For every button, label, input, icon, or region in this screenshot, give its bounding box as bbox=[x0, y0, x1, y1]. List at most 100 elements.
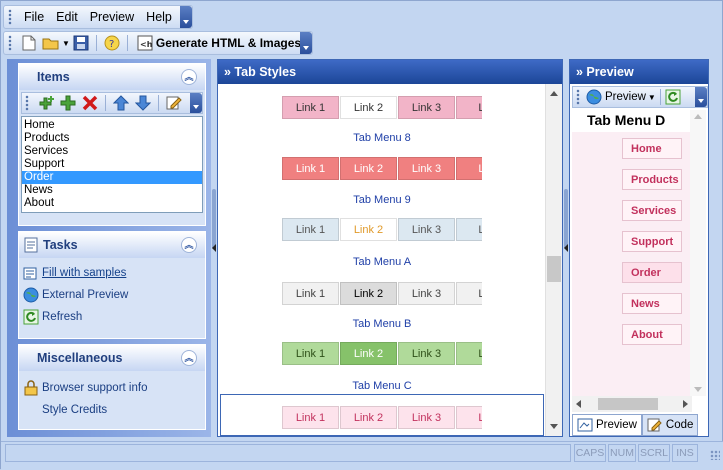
move-down-icon[interactable] bbox=[134, 94, 152, 112]
left-pane: Items ︽ Home Products Services Support O… bbox=[7, 59, 211, 437]
refresh-label[interactable]: Refresh bbox=[42, 311, 82, 323]
preview-link-support[interactable]: Support bbox=[622, 231, 682, 252]
generate-button[interactable]: <h> Generate HTML & Images bbox=[134, 34, 301, 52]
collapse-right-icon[interactable] bbox=[564, 244, 568, 252]
toolbar-grip[interactable] bbox=[8, 35, 12, 51]
tab-preview-label: Preview bbox=[596, 419, 637, 431]
misc-panel-header[interactable]: Miscellaneous ︽ bbox=[19, 345, 205, 371]
preview-scroll-right-icon[interactable] bbox=[683, 400, 688, 408]
preview-link-order[interactable]: Order bbox=[622, 262, 682, 283]
task-style-credits[interactable]: Style Credits bbox=[19, 399, 205, 421]
resize-grip-icon[interactable] bbox=[710, 450, 720, 460]
misc-panel-title: Miscellaneous bbox=[37, 351, 123, 365]
preview-canvas: Tab Menu D Home Products Services Suppor… bbox=[572, 110, 692, 396]
tab-preview[interactable]: Preview bbox=[572, 414, 642, 436]
preview-scroll-down-icon[interactable] bbox=[694, 387, 702, 392]
tasks-panel-header[interactable]: Tasks ︽ bbox=[19, 232, 205, 258]
menubar-grip[interactable] bbox=[8, 9, 12, 25]
collapse-left-icon[interactable] bbox=[212, 244, 216, 252]
items-panel-title: Items bbox=[37, 70, 70, 84]
preview-scroll-left-icon[interactable] bbox=[576, 400, 581, 408]
style-tab: Link 1 bbox=[282, 282, 339, 305]
preview-scrollbar-horizontal[interactable] bbox=[572, 396, 692, 412]
left-splitter[interactable] bbox=[212, 59, 216, 437]
preview-link-home[interactable]: Home bbox=[622, 138, 682, 159]
preview-scrollbar-vertical[interactable] bbox=[690, 110, 706, 396]
preview-scroll-up-icon[interactable] bbox=[694, 114, 702, 119]
preview-title: » Preview bbox=[570, 60, 708, 84]
items-panel-header[interactable]: Items ︽ bbox=[19, 64, 205, 90]
items-toolbar-overflow-button[interactable] bbox=[190, 93, 202, 113]
menu-file[interactable]: File bbox=[18, 10, 50, 24]
fill-with-samples-link[interactable]: Fill with samples bbox=[42, 267, 126, 279]
right-splitter-grip[interactable] bbox=[564, 189, 568, 249]
tab-style-row[interactable]: Link 1Link 2Link 3Lo bbox=[282, 96, 482, 119]
fill-samples-icon bbox=[23, 267, 37, 280]
tab-style-row[interactable]: Link 1Link 2Link 3Lo bbox=[282, 157, 482, 180]
list-item[interactable]: Home bbox=[22, 119, 202, 132]
browser-support-label[interactable]: Browser support info bbox=[42, 382, 147, 394]
task-external-preview[interactable]: External Preview bbox=[19, 284, 205, 306]
task-refresh[interactable]: Refresh bbox=[19, 306, 205, 328]
misc-collapse-icon[interactable]: ︽ bbox=[181, 350, 197, 366]
style-tab: Link 3 bbox=[398, 218, 455, 241]
list-item[interactable]: About bbox=[22, 197, 202, 210]
style-tab: Link 3 bbox=[398, 282, 455, 305]
right-splitter[interactable] bbox=[564, 59, 568, 437]
list-item[interactable]: Support bbox=[22, 158, 202, 171]
tab-styles-scrollbar[interactable] bbox=[545, 84, 562, 436]
scroll-thumb[interactable] bbox=[547, 256, 561, 282]
preview-scroll-thumb[interactable] bbox=[598, 398, 658, 410]
preview-link-about[interactable]: About bbox=[622, 324, 682, 345]
preview-link-products[interactable]: Products bbox=[622, 169, 682, 190]
task-browser-support[interactable]: Browser support info bbox=[19, 377, 205, 399]
style-credits-label[interactable]: Style Credits bbox=[42, 404, 107, 416]
items-collapse-icon[interactable]: ︽ bbox=[181, 69, 197, 85]
preview-toolbar-overflow-button[interactable] bbox=[695, 87, 707, 107]
tasks-panel-title: Tasks bbox=[43, 238, 78, 252]
delete-icon[interactable] bbox=[81, 94, 99, 112]
tab-code[interactable]: Code bbox=[641, 414, 699, 436]
selected-style-frame bbox=[220, 394, 544, 436]
list-item[interactable]: Products bbox=[22, 132, 202, 145]
list-item[interactable]: News bbox=[22, 184, 202, 197]
refresh-icon bbox=[23, 309, 39, 325]
list-item-selected[interactable]: Order bbox=[22, 171, 202, 184]
tab-style-row[interactable]: Link 1Link 2Link 3Lo bbox=[282, 342, 482, 365]
misc-panel: Miscellaneous ︽ Browser support info Sty… bbox=[18, 344, 206, 430]
preview-link-news[interactable]: News bbox=[622, 293, 682, 314]
open-dropdown-icon[interactable]: ▼ bbox=[62, 39, 70, 48]
add-multiple-icon[interactable] bbox=[37, 94, 55, 112]
move-up-icon[interactable] bbox=[112, 94, 130, 112]
preview-link-services[interactable]: Services bbox=[622, 200, 682, 221]
scroll-down-icon[interactable] bbox=[550, 424, 558, 429]
tab-style-row[interactable]: Link 1Link 2Link 3Lo bbox=[282, 218, 482, 241]
tasks-collapse-icon[interactable]: ︽ bbox=[181, 237, 197, 253]
menu-edit[interactable]: Edit bbox=[50, 10, 84, 24]
new-file-icon[interactable] bbox=[20, 34, 38, 52]
tab-style-row[interactable]: Link 1Link 2Link 3Lo bbox=[282, 282, 482, 305]
left-splitter-grip[interactable] bbox=[212, 189, 216, 249]
task-fill-with-samples[interactable]: Fill with samples bbox=[19, 262, 205, 284]
tab-code-label: Code bbox=[665, 419, 694, 431]
scroll-up-icon[interactable] bbox=[550, 91, 558, 96]
style-tab: Link 1 bbox=[282, 218, 339, 241]
refresh-icon[interactable] bbox=[665, 89, 681, 105]
list-item[interactable]: Services bbox=[22, 145, 202, 158]
preview-toolbar-grip[interactable] bbox=[576, 89, 580, 105]
menubar-overflow-button[interactable] bbox=[180, 6, 192, 28]
save-icon[interactable] bbox=[72, 34, 90, 52]
help-icon[interactable]: ? bbox=[103, 34, 121, 52]
external-preview-label[interactable]: External Preview bbox=[42, 289, 128, 301]
items-toolbar-grip[interactable] bbox=[25, 95, 29, 111]
preview-dropdown-icon[interactable]: ▼ bbox=[648, 93, 656, 102]
open-folder-icon[interactable] bbox=[42, 34, 60, 52]
add-icon[interactable] bbox=[59, 94, 77, 112]
menu-help[interactable]: Help bbox=[140, 10, 178, 24]
globe-icon bbox=[586, 89, 602, 105]
edit-icon[interactable] bbox=[165, 94, 183, 112]
toolbar-overflow-button[interactable] bbox=[300, 32, 312, 54]
menu-preview[interactable]: Preview bbox=[84, 10, 140, 24]
preview-dropdown-button[interactable]: Preview bbox=[605, 91, 646, 103]
style-tab: Link 3 bbox=[398, 157, 455, 180]
